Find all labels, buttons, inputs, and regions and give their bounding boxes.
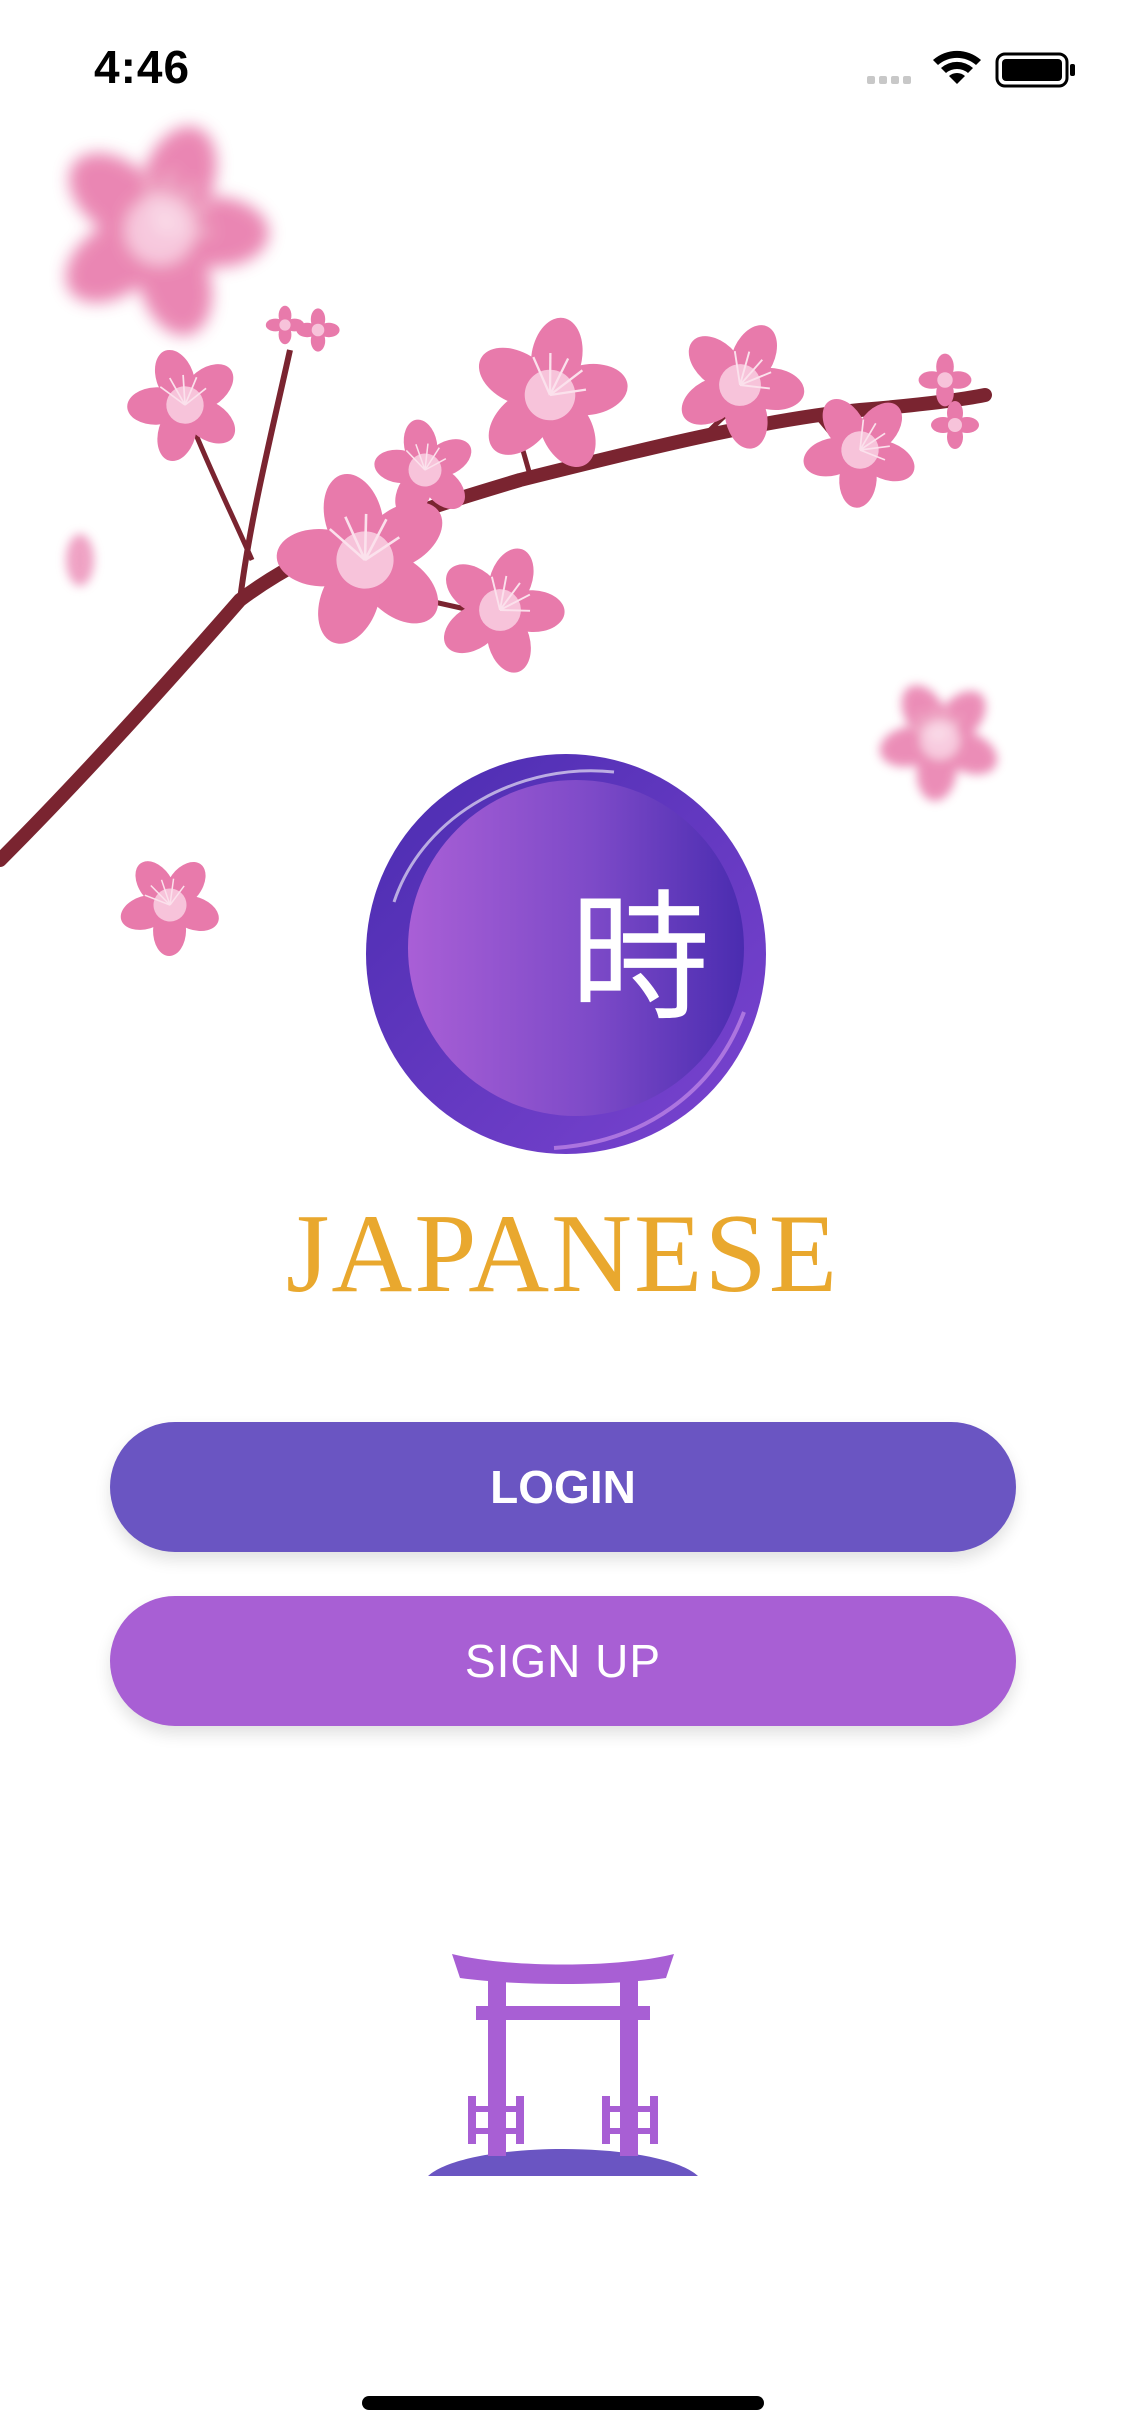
login-button[interactable]: LOGIN	[110, 1422, 1016, 1552]
logo-kanji: 時	[569, 878, 710, 1041]
blurred-blossom-right	[852, 653, 1028, 827]
home-indicator[interactable]	[362, 2396, 764, 2410]
blurred-petal-left	[66, 534, 94, 586]
blurred-blossom-top-left	[13, 87, 307, 373]
signup-button[interactable]: SIGN UP	[110, 1596, 1016, 1726]
app-title: JAPANESE	[285, 1192, 840, 1316]
torii-gate-icon	[428, 1954, 698, 2176]
